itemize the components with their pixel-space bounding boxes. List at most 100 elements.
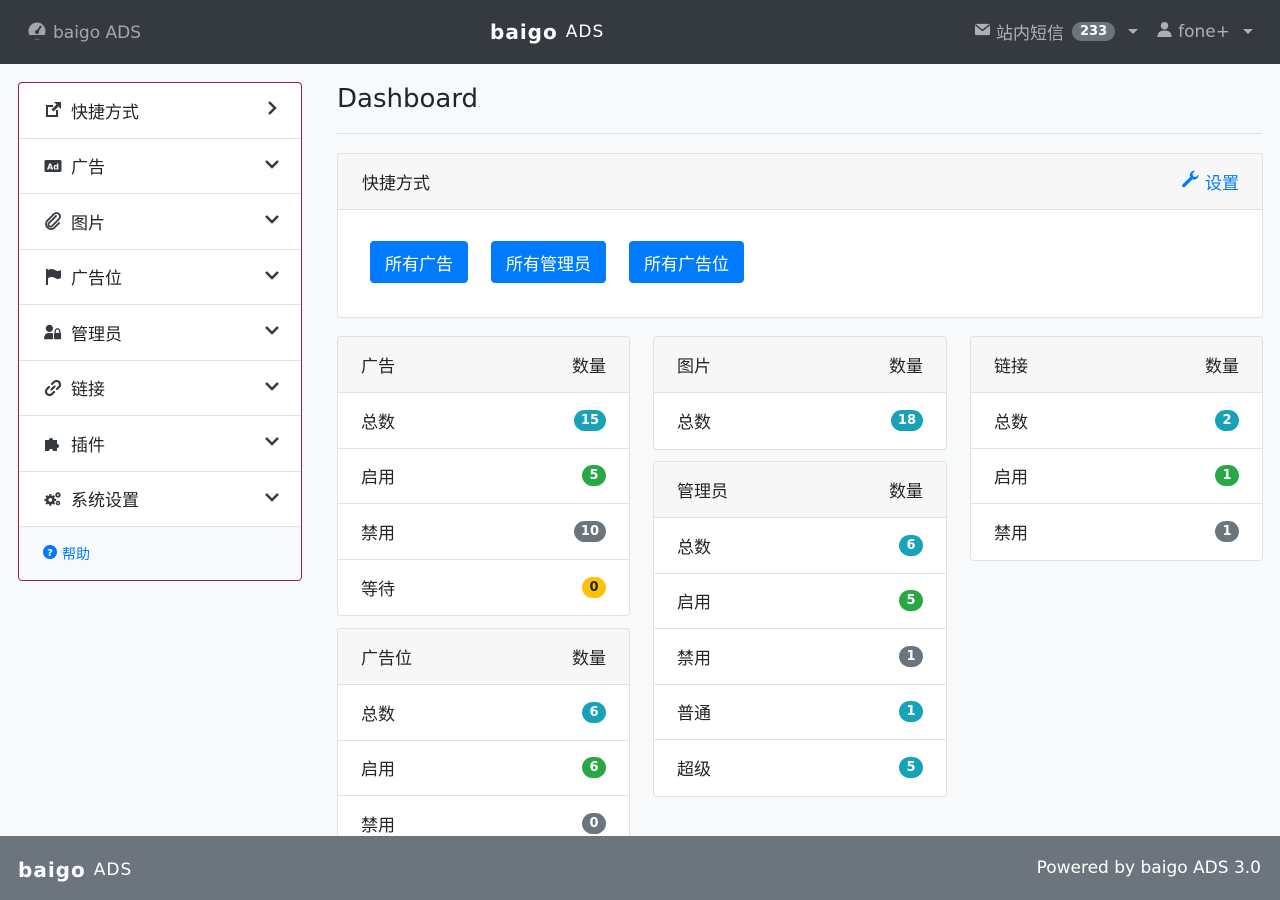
stat-row: 总数 6	[338, 685, 629, 741]
sidebar-item-ads[interactable]: Ad 广告	[19, 139, 301, 194]
count-header: 数量	[572, 357, 606, 377]
stat-label: 总数	[677, 537, 711, 558]
question-circle-icon: ?	[43, 545, 57, 563]
svg-text:Ad: Ad	[47, 162, 59, 171]
all-positions-button[interactable]: 所有广告位	[629, 241, 744, 283]
count-badge: 0	[582, 576, 606, 598]
page-title: Dashboard	[337, 84, 479, 114]
logo-word: baigo	[490, 20, 558, 44]
top-navbar: baigo ADS baigo ADS 站内短信 233 fone+	[0, 0, 1280, 64]
dashboard-gauge-icon	[27, 20, 47, 45]
footer-logo: baigo ADS	[18, 858, 132, 882]
sidebar-item-plugins[interactable]: 插件	[19, 416, 301, 472]
stat-row: 启用 5	[338, 449, 629, 504]
count-header: 数量	[1205, 357, 1239, 377]
sidebar-item-links[interactable]: 链接	[19, 361, 301, 416]
user-name: fone+	[1178, 21, 1230, 42]
brand-text: baigo ADS	[53, 22, 142, 43]
sidebar-item-images[interactable]: 图片	[19, 194, 301, 250]
card-header: 快捷方式 设置	[338, 154, 1262, 210]
sidebar-item-admins[interactable]: 管理员	[19, 305, 301, 361]
sidebar-item-label: 快捷方式	[71, 102, 139, 123]
stat-row: 禁用 0	[338, 796, 629, 836]
svg-text:?: ?	[47, 548, 53, 559]
count-badge: 6	[899, 534, 923, 556]
logo-word: baigo	[18, 858, 86, 882]
positions-stats-card: 广告位 数量 总数 6 启用 6 禁用 0	[337, 628, 630, 836]
stat-row: 总数 15	[338, 393, 629, 449]
external-link-icon	[43, 100, 63, 120]
count-badge: 6	[582, 701, 606, 723]
all-admins-button[interactable]: 所有管理员	[491, 241, 606, 283]
brand-logo[interactable]: baigo ADS	[490, 20, 604, 44]
all-ads-button[interactable]: 所有广告	[370, 241, 468, 283]
shortcuts-card: 快捷方式 设置 所有广告 所有管理员 所有广告位	[337, 153, 1263, 318]
brand-link[interactable]: baigo ADS	[27, 20, 141, 45]
stat-label: 总数	[361, 412, 395, 433]
chevron-down-icon	[265, 378, 279, 398]
card-header: 图片 数量	[654, 337, 946, 393]
help-link[interactable]: ? 帮助	[19, 527, 301, 580]
sidebar-item-label: 系统设置	[71, 491, 139, 512]
count-badge: 18	[890, 410, 923, 432]
logo-suffix: ADS	[93, 860, 133, 880]
puzzle-icon	[43, 433, 63, 453]
stat-row: 启用 5	[654, 574, 946, 629]
card-header: 管理员 数量	[654, 462, 946, 518]
admins-stats-card: 管理员 数量 总数 6 启用 5 禁用 1 普通 1 超级 5	[653, 461, 947, 797]
shortcut-buttons: 所有广告 所有管理员 所有广告位	[338, 210, 1262, 283]
stat-row: 普通 1	[654, 685, 946, 740]
stat-label: 普通	[677, 704, 711, 725]
messages-dropdown[interactable]: 站内短信 233	[974, 19, 1139, 44]
stat-label: 启用	[994, 468, 1028, 489]
count-badge: 1	[899, 701, 923, 723]
sidebar-item-shortcuts[interactable]: 快捷方式	[19, 83, 301, 139]
count-badge: 0	[582, 813, 606, 835]
chevron-down-icon	[265, 267, 279, 287]
sidebar-item-settings[interactable]: 系统设置	[19, 472, 301, 527]
wrench-icon	[1182, 170, 1200, 193]
user-dropdown[interactable]: fone+	[1156, 21, 1253, 43]
count-badge: 5	[899, 757, 923, 779]
count-badge: 5	[582, 465, 606, 487]
sidebar-item-label: 广告位	[71, 269, 122, 290]
card-title: 广告位	[361, 649, 412, 669]
sidebar-item-label: 图片	[71, 213, 105, 234]
card-title: 链接	[994, 357, 1028, 377]
count-badge: 5	[899, 590, 923, 612]
ads-stats-card: 广告 数量 总数 15 启用 5 禁用 10 等待 0	[337, 336, 630, 616]
sidebar-item-label: 插件	[71, 435, 105, 456]
count-badge: 1	[1215, 521, 1239, 543]
caret-down-icon	[1128, 29, 1139, 34]
sidebar-item-label: 广告	[71, 158, 105, 179]
sidebar-item-label: 链接	[71, 380, 105, 401]
count-badge: 15	[573, 409, 606, 431]
stat-label: 禁用	[677, 648, 711, 669]
sidebar-item-positions[interactable]: 广告位	[19, 250, 301, 305]
link-icon	[43, 378, 63, 398]
ad-icon: Ad	[43, 156, 63, 176]
chevron-down-icon	[265, 489, 279, 509]
help-label: 帮助	[62, 547, 90, 563]
stat-row: 总数 18	[654, 393, 946, 449]
stat-label: 等待	[361, 579, 395, 600]
chevron-down-icon	[265, 156, 279, 176]
stat-label: 总数	[677, 413, 711, 434]
envelope-icon	[974, 21, 991, 43]
stat-row: 禁用 1	[971, 504, 1262, 560]
stat-row: 超级 5	[654, 740, 946, 796]
count-header: 数量	[889, 357, 923, 377]
settings-link[interactable]: 设置	[1182, 169, 1239, 194]
stat-label: 总数	[994, 412, 1028, 433]
card-title: 快捷方式	[362, 174, 430, 194]
card-title: 广告	[361, 357, 395, 377]
card-header: 链接 数量	[971, 337, 1262, 393]
images-stats-card: 图片 数量 总数 18	[653, 336, 947, 450]
caret-down-icon	[1243, 29, 1253, 34]
card-title: 图片	[677, 357, 711, 377]
stat-row: 总数 2	[971, 393, 1262, 449]
sidebar-item-label: 管理员	[71, 324, 122, 345]
user-icon	[1156, 21, 1173, 43]
card-title: 管理员	[677, 482, 728, 502]
stat-row: 禁用 10	[338, 504, 629, 560]
